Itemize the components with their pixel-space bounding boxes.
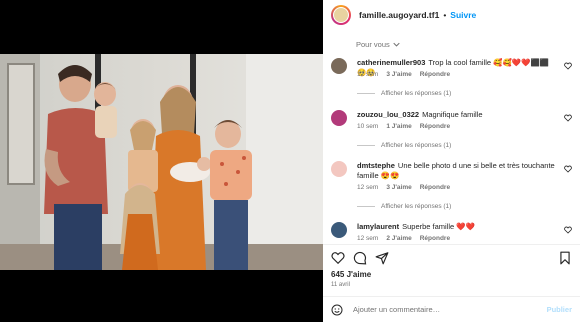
view-replies[interactable]: Afficher les réponses (1) <box>357 90 451 97</box>
comment-item: lamylaurent Superbe famille ❤️❤️ 12 sem 2… <box>331 222 576 244</box>
comments-list[interactable]: Pour vous catherinemuller903 Trop la cool… <box>323 30 580 244</box>
heart-icon[interactable] <box>564 165 572 173</box>
heart-icon[interactable] <box>564 62 572 70</box>
comment-avatar[interactable] <box>331 222 347 238</box>
post-actions <box>323 244 580 270</box>
comment-meta: 12 sem 3 J'aime Répondre <box>357 184 450 191</box>
comment-meta: 12 sem 2 J'aime Répondre <box>357 235 450 242</box>
comment-content: lamylaurent Superbe famille ❤️❤️ <box>357 222 557 232</box>
replies-line <box>357 93 375 94</box>
comment-time: 12 sem <box>357 184 379 191</box>
comment-text: Superbe famille ❤️❤️ <box>402 222 475 231</box>
comment-time: 12 sem <box>357 235 379 242</box>
comment-username[interactable]: zouzou_lou_0322 <box>357 110 419 119</box>
author-avatar-image <box>333 7 349 23</box>
comment-meta: 12 sem 3 J'aime Répondre <box>357 71 450 78</box>
view-replies-label: Afficher les réponses (1) <box>381 90 452 97</box>
reply-button[interactable]: Répondre <box>420 184 450 191</box>
comment-item: zouzou_lou_0322 Magnifique famille 10 sem… <box>331 110 576 154</box>
post-sidebar: famille.augoyard.tf1 • Suivre Pour vous … <box>323 0 580 322</box>
post-photo[interactable] <box>0 54 323 270</box>
comment-username[interactable]: catherinemuller903 <box>357 58 425 67</box>
reply-button[interactable]: Répondre <box>420 71 450 78</box>
chevron-down-icon <box>393 42 400 47</box>
reply-button[interactable]: Répondre <box>420 123 450 130</box>
comment-avatar[interactable] <box>331 110 347 126</box>
post-date: 11 avril <box>331 282 350 288</box>
comment-likes[interactable]: 3 J'aime <box>386 71 411 78</box>
add-comment-bar: Ajouter un commentaire… Publier <box>323 296 580 322</box>
comment-time: 12 sem <box>357 71 379 78</box>
heart-icon[interactable] <box>564 226 572 234</box>
comments-filter-label: Pour vous <box>356 40 390 49</box>
likes-count[interactable]: 645 J'aime <box>331 270 371 279</box>
comment-username[interactable]: dmtstephe <box>357 161 395 170</box>
post-viewer: famille.augoyard.tf1 • Suivre Pour vous … <box>0 0 580 322</box>
comment-item: catherinemuller903 Trop la cool famille 🥰… <box>331 58 576 102</box>
comment-time: 10 sem <box>357 123 379 130</box>
comment-content: zouzou_lou_0322 Magnifique famille <box>357 110 557 120</box>
publish-button[interactable]: Publier <box>547 305 572 314</box>
comment-likes[interactable]: 2 J'aime <box>386 235 411 242</box>
emoji-smiley-icon[interactable] <box>331 304 343 316</box>
media-panel <box>0 0 323 322</box>
comment-likes[interactable]: 3 J'aime <box>386 184 411 191</box>
comment-text: Magnifique famille <box>422 110 483 119</box>
comment-item: dmtstephe Une belle photo d une si belle … <box>331 161 576 215</box>
replies-line <box>357 206 375 207</box>
comment-input[interactable]: Ajouter un commentaire… <box>353 305 547 314</box>
bookmark-icon[interactable] <box>558 251 572 265</box>
author-username[interactable]: famille.augoyard.tf1 <box>359 10 439 20</box>
replies-line <box>357 145 375 146</box>
comment-username[interactable]: lamylaurent <box>357 222 399 231</box>
comment-avatar[interactable] <box>331 161 347 177</box>
comment-bubble-icon[interactable] <box>353 251 367 265</box>
follow-button[interactable]: Suivre <box>450 10 476 20</box>
share-send-icon[interactable] <box>375 251 389 265</box>
post-header: famille.augoyard.tf1 • Suivre <box>323 0 580 30</box>
view-replies-label: Afficher les réponses (1) <box>381 203 452 210</box>
heart-icon[interactable] <box>564 114 572 122</box>
reply-button[interactable]: Répondre <box>420 235 450 242</box>
comment-meta: 10 sem 1 J'aime Répondre <box>357 123 450 130</box>
header-separator: • <box>443 10 447 20</box>
comments-filter[interactable]: Pour vous <box>356 40 400 49</box>
view-replies[interactable]: Afficher les réponses (1) <box>357 203 451 210</box>
comment-content: dmtstephe Une belle photo d une si belle … <box>357 161 557 181</box>
author-avatar[interactable] <box>331 5 351 25</box>
comment-likes[interactable]: 1 J'aime <box>386 123 411 130</box>
view-replies-label: Afficher les réponses (1) <box>381 142 452 149</box>
comment-avatar[interactable] <box>331 58 347 74</box>
like-heart-icon[interactable] <box>331 251 345 265</box>
family-photo-image <box>0 54 323 270</box>
view-replies[interactable]: Afficher les réponses (1) <box>357 142 451 149</box>
